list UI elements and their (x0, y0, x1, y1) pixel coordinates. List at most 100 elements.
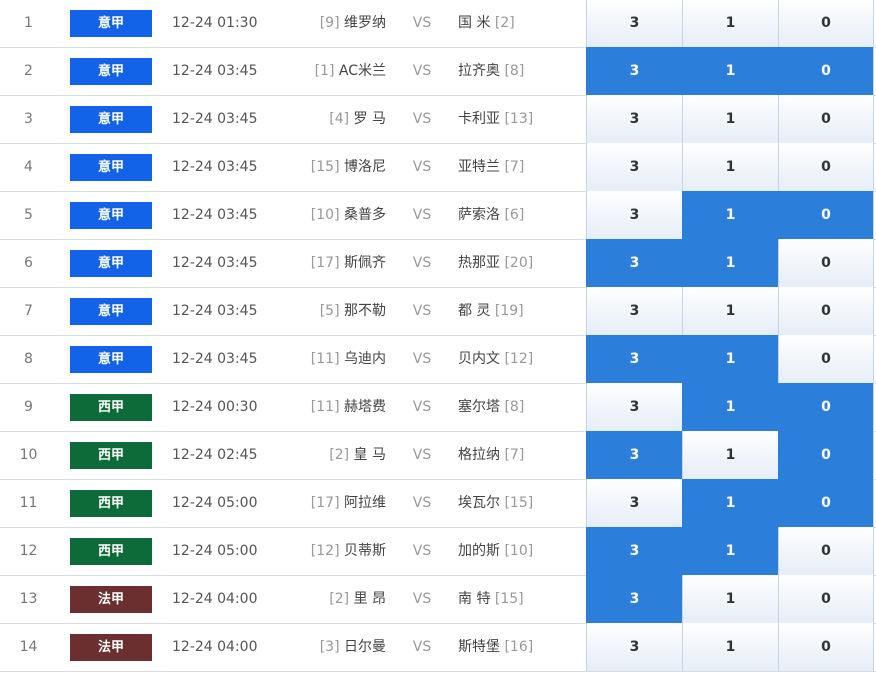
option-win-button[interactable]: 3 (586, 431, 682, 479)
away-team: 都 灵 [19] (458, 288, 584, 335)
option-loss-button[interactable]: 0 (778, 0, 874, 47)
home-rank: [2] (329, 447, 350, 463)
option-win-button[interactable]: 3 (586, 479, 682, 527)
vs-label: VS (412, 447, 432, 463)
option-draw-button[interactable]: 1 (682, 0, 778, 47)
option-loss-button[interactable]: 0 (778, 575, 874, 623)
home-team-name: 斯佩齐 (344, 255, 386, 271)
option-loss-button[interactable]: 0 (778, 47, 874, 95)
home-team-name: 乌迪内 (344, 351, 386, 367)
option-draw-button[interactable]: 1 (682, 287, 778, 335)
league-badge[interactable]: 西甲 (70, 394, 152, 421)
option-draw-button[interactable]: 1 (682, 383, 778, 431)
table-row: 14 法甲 12-24 04:00 [3] 日尔曼 VS 斯特堡 [16] 3 … (0, 623, 876, 672)
match-time: 12-24 03:45 (172, 63, 258, 79)
option-draw-button[interactable]: 1 (682, 479, 778, 527)
option-loss-button[interactable]: 0 (778, 527, 874, 575)
option-win-button[interactable]: 3 (586, 287, 682, 335)
away-team: 贝内文 [12] (458, 336, 584, 383)
option-loss-button[interactable]: 0 (778, 191, 874, 239)
league-badge[interactable]: 意甲 (70, 154, 152, 181)
match-index: 11 (19, 495, 38, 511)
home-rank: [1] (314, 63, 335, 79)
option-loss-button[interactable]: 0 (778, 335, 874, 383)
away-team-name: 塞尔塔 (458, 399, 500, 415)
option-win-button[interactable]: 3 (586, 383, 682, 431)
home-team: [10] 桑普多 (282, 192, 386, 239)
home-team-name: 里 昂 (353, 591, 386, 607)
match-index: 6 (24, 255, 33, 271)
league-badge[interactable]: 西甲 (70, 442, 152, 469)
vs-label: VS (412, 351, 432, 367)
option-win-button[interactable]: 3 (586, 143, 682, 191)
option-draw-button[interactable]: 1 (682, 335, 778, 383)
table-row: 4 意甲 12-24 03:45 [15] 博洛尼 VS 亚特兰 [7] 3 1… (0, 143, 876, 192)
option-loss-button[interactable]: 0 (778, 479, 874, 527)
league-badge[interactable]: 意甲 (70, 106, 152, 133)
home-team: [17] 斯佩齐 (282, 240, 386, 287)
away-team-name: 加的斯 (458, 543, 500, 559)
option-draw-button[interactable]: 1 (682, 575, 778, 623)
vs-label: VS (412, 399, 432, 415)
league-badge[interactable]: 意甲 (70, 58, 152, 85)
option-draw-button[interactable]: 1 (682, 191, 778, 239)
option-loss-button[interactable]: 0 (778, 95, 874, 143)
away-rank: [6] (504, 207, 525, 223)
match-time: 12-24 04:00 (172, 591, 258, 607)
league-badge[interactable]: 法甲 (70, 586, 152, 613)
option-win-button[interactable]: 3 (586, 0, 682, 47)
option-draw-button[interactable]: 1 (682, 143, 778, 191)
option-loss-button[interactable]: 0 (778, 383, 874, 431)
option-draw-button[interactable]: 1 (682, 431, 778, 479)
home-team: [15] 博洛尼 (282, 144, 386, 191)
option-loss-button[interactable]: 0 (778, 623, 874, 671)
table-row: 6 意甲 12-24 03:45 [17] 斯佩齐 VS 热那亚 [20] 3 … (0, 239, 876, 288)
match-time: 12-24 03:45 (172, 351, 258, 367)
away-rank: [7] (504, 159, 525, 175)
match-index: 12 (19, 543, 38, 559)
option-loss-button[interactable]: 0 (778, 287, 874, 335)
option-win-button[interactable]: 3 (586, 95, 682, 143)
option-loss-button[interactable]: 0 (778, 143, 874, 191)
away-team: 萨索洛 [6] (458, 192, 584, 239)
league-badge[interactable]: 意甲 (70, 346, 152, 373)
home-rank: [11] (310, 399, 340, 415)
vs-label: VS (412, 207, 432, 223)
home-team-name: 桑普多 (344, 207, 386, 223)
league-badge[interactable]: 西甲 (70, 538, 152, 565)
option-win-button[interactable]: 3 (586, 527, 682, 575)
option-win-button[interactable]: 3 (586, 47, 682, 95)
away-team-name: 拉齐奥 (458, 63, 500, 79)
option-draw-button[interactable]: 1 (682, 95, 778, 143)
option-draw-button[interactable]: 1 (682, 527, 778, 575)
league-badge[interactable]: 法甲 (70, 634, 152, 661)
option-draw-button[interactable]: 1 (682, 239, 778, 287)
home-team: [1] AC米兰 (282, 48, 386, 95)
option-win-button[interactable]: 3 (586, 239, 682, 287)
home-team-name: 维罗纳 (344, 15, 386, 31)
away-team: 加的斯 [10] (458, 528, 584, 575)
option-draw-button[interactable]: 1 (682, 623, 778, 671)
league-badge[interactable]: 意甲 (70, 10, 152, 37)
home-rank: [17] (310, 495, 340, 511)
match-index: 2 (24, 63, 33, 79)
league-badge[interactable]: 西甲 (70, 490, 152, 517)
home-team-name: 贝蒂斯 (344, 543, 386, 559)
table-row: 11 西甲 12-24 05:00 [17] 阿拉维 VS 埃瓦尔 [15] 3… (0, 479, 876, 528)
home-team-name: AC米兰 (338, 63, 386, 79)
option-loss-button[interactable]: 0 (778, 239, 874, 287)
match-time: 12-24 00:30 (172, 399, 258, 415)
option-win-button[interactable]: 3 (586, 191, 682, 239)
option-win-button[interactable]: 3 (586, 335, 682, 383)
option-win-button[interactable]: 3 (586, 575, 682, 623)
option-loss-button[interactable]: 0 (778, 431, 874, 479)
away-rank: [2] (494, 15, 515, 31)
league-badge[interactable]: 意甲 (70, 202, 152, 229)
option-draw-button[interactable]: 1 (682, 47, 778, 95)
table-row: 8 意甲 12-24 03:45 [11] 乌迪内 VS 贝内文 [12] 3 … (0, 335, 876, 384)
match-index: 13 (19, 591, 38, 607)
league-badge[interactable]: 意甲 (70, 250, 152, 277)
away-team-name: 都 灵 (458, 303, 491, 319)
option-win-button[interactable]: 3 (586, 623, 682, 671)
league-badge[interactable]: 意甲 (70, 298, 152, 325)
